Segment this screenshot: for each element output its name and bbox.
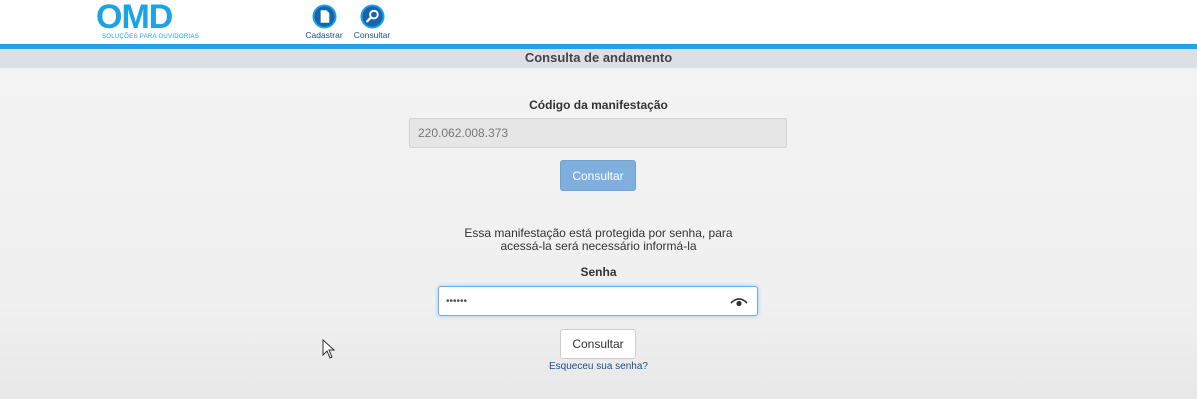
consult-code-button[interactable]: Consultar <box>560 160 636 191</box>
code-label: Código da manifestação <box>529 98 668 112</box>
document-icon <box>311 4 337 29</box>
nav-cadastrar-label: Cadastrar <box>305 30 343 40</box>
page-title: Consulta de andamento <box>524 50 673 65</box>
nav-cadastrar[interactable]: Cadastrar <box>300 4 348 42</box>
nav-consultar[interactable]: Consultar <box>348 4 396 42</box>
eye-icon[interactable] <box>730 294 748 308</box>
code-field[interactable] <box>409 118 787 148</box>
logo-text: OMD <box>96 0 173 36</box>
password-field-wrapper <box>438 286 758 316</box>
forgot-password-link[interactable]: Esqueceu sua senha? <box>549 361 648 372</box>
logo-subtitle: SOLUÇÕES PARA OUVIDORIAS <box>102 34 200 40</box>
password-field[interactable] <box>439 287 724 315</box>
search-icon <box>359 4 385 29</box>
mouse-cursor-icon <box>322 339 336 359</box>
password-label: Senha <box>580 265 617 279</box>
top-header: OMD SOLUÇÕES PARA OUVIDORIAS Cadastrar C… <box>0 0 1197 44</box>
nav-consultar-label: Consultar <box>353 30 391 40</box>
consult-password-button[interactable]: Consultar <box>560 329 636 359</box>
protected-notice: Essa manifestação está protegida por sen… <box>0 227 1197 253</box>
section-header: Consulta de andamento <box>0 49 1197 68</box>
protected-notice-line2: acessá-la será necessário informá-la <box>500 239 697 253</box>
omd-logo[interactable]: OMD SOLUÇÕES PARA OUVIDORIAS <box>96 0 199 42</box>
forgot-password-container: Esqueceu sua senha? <box>0 361 1197 372</box>
